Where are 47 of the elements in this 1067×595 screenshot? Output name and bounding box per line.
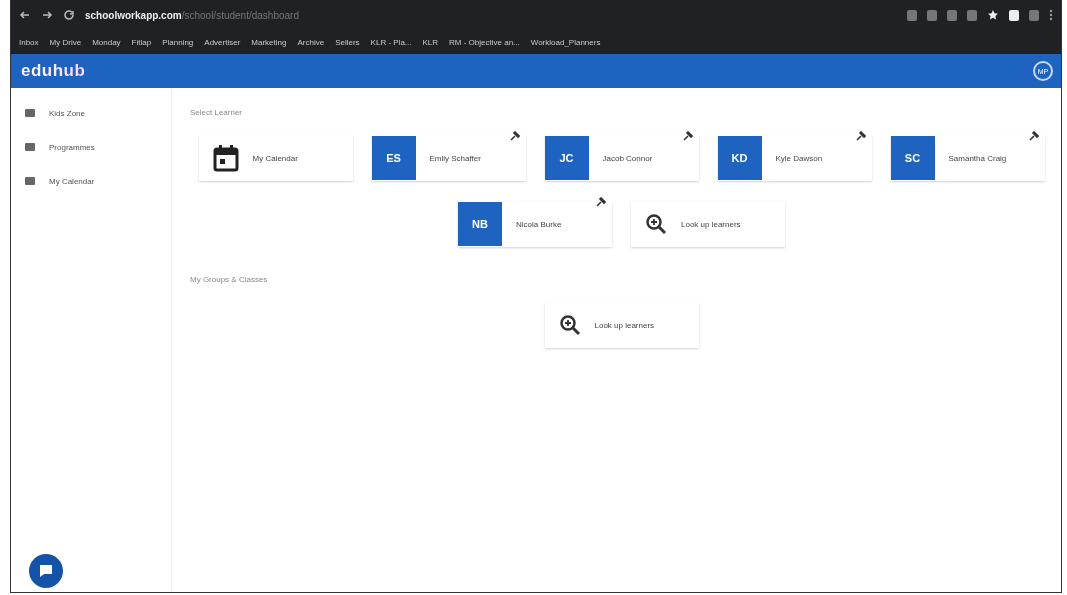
pin-icon[interactable] [855,131,866,141]
section-title: Select Learner [190,108,243,117]
profile-icon[interactable] [1029,9,1039,21]
nav-icon [25,109,35,117]
bookmark[interactable]: KLR - Pla... [370,37,412,47]
learner-initials: KD [717,136,762,180]
learner-initials: SC [890,136,935,180]
learner-initials: ES [371,136,416,180]
nav-icon [25,143,35,151]
pin-icon[interactable] [509,131,520,141]
bookmark[interactable]: Fitlap [131,37,152,47]
search-icon [558,314,581,336]
bookmark[interactable]: Planning [162,37,194,47]
bookmark[interactable]: Marketing [251,37,287,47]
learner-initials: NB [458,202,502,246]
bookmark[interactable]: Workload_Planners [530,37,601,47]
nav-icon [25,177,35,185]
pin-icon[interactable] [596,197,606,207]
bookmark[interactable]: Archive [297,37,325,47]
extension-icon[interactable] [1009,9,1019,21]
bookmark[interactable]: My Drive [49,37,82,47]
address-bar[interactable]: schoolworkapp.com/school/student/dashboard [85,9,299,21]
bookmark[interactable]: Sellers [335,37,360,47]
chat-button[interactable] [29,554,63,588]
star-icon[interactable] [987,9,999,21]
look-up-card[interactable]: Look up learners [544,302,699,348]
back-icon[interactable] [19,9,31,21]
pin-icon[interactable] [1028,131,1039,141]
pin-icon[interactable] [682,131,693,141]
sidebar-item[interactable]: Programmes [11,130,171,164]
sidebar-item[interactable]: Kids Zone [11,96,171,130]
calendar-icon [212,144,239,172]
menu-icon[interactable] [1049,9,1053,21]
sidebar-item[interactable]: My Calendar [11,164,171,198]
bookmark[interactable]: KLR [422,37,439,47]
bookmark[interactable]: RM - Objective an... [449,37,520,47]
calendar-card[interactable]: My Calendar [198,135,353,181]
search-icon [645,213,667,235]
bookmark[interactable]: Inbox [19,37,39,47]
forward-icon[interactable] [41,9,53,21]
look-up-card[interactable]: Look up learners [631,201,785,247]
reload-icon[interactable] [63,9,75,21]
bookmark[interactable]: Monday [92,37,121,47]
chat-icon [38,564,54,578]
bookmark[interactable]: Advertiser [204,37,241,47]
learner-initials: JC [544,136,589,180]
section-title: My Groups & Classes [190,275,268,284]
